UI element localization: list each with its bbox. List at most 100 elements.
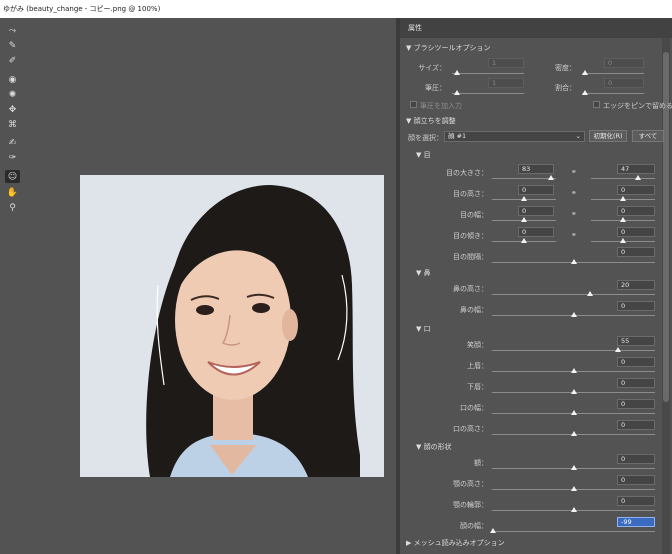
- eye-right-field[interactable]: 0: [617, 206, 655, 216]
- brush-pressure-slider[interactable]: [452, 93, 524, 94]
- eye-left-field[interactable]: 0: [518, 206, 554, 216]
- eye-left-field[interactable]: 0: [518, 227, 554, 237]
- nose-thumb[interactable]: [570, 312, 577, 317]
- eye-left-slider[interactable]: [492, 178, 556, 179]
- twirl-icon[interactable]: ◉: [5, 73, 20, 86]
- canvas-area[interactable]: [26, 18, 396, 554]
- eye-left-thumb[interactable]: [521, 217, 527, 222]
- brush-density-slider[interactable]: [582, 73, 644, 74]
- stylus-pressure-checkbox[interactable]: [410, 101, 417, 108]
- mouth-row-label: 下唇：: [467, 383, 488, 391]
- eye-right-field[interactable]: 0: [617, 185, 655, 195]
- mouth-field[interactable]: 0: [617, 399, 655, 409]
- shape-row-label: 顎の輪郭：: [453, 501, 488, 509]
- link-icon[interactable]: ⚭: [571, 210, 577, 220]
- hand-icon[interactable]: ✋: [5, 186, 20, 199]
- shape-thumb[interactable]: [570, 507, 577, 512]
- mouth-field[interactable]: 0: [617, 357, 655, 367]
- shape-heading[interactable]: ▼ 顔の形状: [416, 442, 452, 452]
- eye-right-field[interactable]: 0: [617, 227, 655, 237]
- mouth-thumb[interactable]: [570, 368, 577, 373]
- forward-warp-icon[interactable]: ⤳: [5, 24, 20, 37]
- reconstruct-icon[interactable]: ✎: [5, 39, 20, 52]
- shape-row-label: 顎の高さ：: [453, 480, 488, 488]
- shape-thumb[interactable]: [489, 528, 496, 533]
- nose-field[interactable]: 20: [617, 280, 655, 290]
- shape-row-label: 顔の幅：: [460, 522, 488, 530]
- link-icon[interactable]: ⚭: [571, 168, 577, 178]
- brush-size-thumb[interactable]: [454, 70, 460, 75]
- push-left-icon[interactable]: ⌘: [5, 118, 20, 131]
- nose-thumb[interactable]: [586, 291, 593, 296]
- brush-density-thumb[interactable]: [582, 70, 588, 75]
- eye-left-thumb[interactable]: [521, 196, 527, 201]
- pin-edges-checkbox[interactable]: [593, 101, 600, 108]
- shape-slider[interactable]: [492, 531, 655, 532]
- select-face-label: 顔を選択：: [408, 134, 443, 142]
- brush-rate-field[interactable]: 0: [604, 78, 644, 88]
- mouth-slider[interactable]: [492, 350, 655, 351]
- link-icon[interactable]: ⚭: [571, 231, 577, 241]
- brush-size-field[interactable]: 1: [488, 58, 524, 68]
- mouth-field[interactable]: 0: [617, 378, 655, 388]
- mouth-field[interactable]: 0: [617, 420, 655, 430]
- eye-right-thumb[interactable]: [635, 175, 642, 180]
- brush-size-slider[interactable]: [452, 73, 524, 74]
- mesh-options-heading[interactable]: ▶ メッシュ読み込みオプション: [406, 538, 505, 548]
- shape-field[interactable]: -99: [617, 517, 655, 527]
- all-button[interactable]: すべて: [632, 130, 664, 142]
- shape-thumb[interactable]: [570, 486, 577, 491]
- eye-distance-thumb[interactable]: [570, 259, 577, 264]
- nose-slider[interactable]: [492, 294, 655, 295]
- mouth-row-label: 笑顔：: [467, 341, 488, 349]
- eye-right-slider[interactable]: [591, 178, 655, 179]
- zoom-icon[interactable]: ⚲: [5, 201, 20, 214]
- shape-field[interactable]: 0: [617, 496, 655, 506]
- mouth-thumb[interactable]: [570, 410, 577, 415]
- brush-density-field[interactable]: 0: [604, 58, 644, 68]
- pucker-icon[interactable]: ✺: [5, 88, 20, 101]
- portrait-image[interactable]: [80, 175, 384, 477]
- nose-field[interactable]: 0: [617, 301, 655, 311]
- mouth-thumb[interactable]: [570, 389, 577, 394]
- face-aware-heading[interactable]: ▼ 顔立ちを調整: [406, 116, 456, 126]
- eye-left-field[interactable]: 83: [518, 164, 554, 174]
- mouth-field[interactable]: 55: [617, 336, 655, 346]
- brush-rate-label: 割合：: [555, 84, 576, 92]
- properties-panel: 属性 ▼ ブラシツールオプション サイズ： 1 密度： 0 筆圧： 1 割合： …: [400, 18, 672, 554]
- eye-left-thumb[interactable]: [521, 238, 527, 243]
- eye-right-thumb[interactable]: [620, 196, 626, 201]
- mouth-thumb[interactable]: [615, 347, 622, 352]
- brush-rate-thumb[interactable]: [582, 90, 588, 95]
- brush-rate-slider[interactable]: [582, 93, 644, 94]
- brush-pressure-thumb[interactable]: [454, 90, 460, 95]
- select-face-dropdown[interactable]: 顔 #1 ⌄: [444, 131, 585, 142]
- panel-scrollbar[interactable]: [662, 38, 670, 554]
- eye-right-field[interactable]: 47: [617, 164, 655, 174]
- eye-distance-field[interactable]: 0: [617, 247, 655, 257]
- eye-right-thumb[interactable]: [620, 217, 626, 222]
- shape-field[interactable]: 0: [617, 475, 655, 485]
- freeze-mask-icon[interactable]: ✍: [5, 136, 20, 149]
- mouth-row-label: 口の高さ：: [453, 425, 488, 433]
- smooth-icon[interactable]: ✐: [5, 54, 20, 67]
- shape-thumb[interactable]: [570, 465, 577, 470]
- eye-right-thumb[interactable]: [620, 238, 626, 243]
- nose-heading[interactable]: ▼ 鼻: [416, 268, 431, 278]
- face-tool-icon[interactable]: ☺: [5, 170, 20, 183]
- eye-row-label: 目の傾き：: [453, 232, 488, 240]
- mouth-thumb[interactable]: [570, 431, 577, 436]
- brush-pressure-field[interactable]: 1: [488, 78, 524, 88]
- shape-field[interactable]: 0: [617, 454, 655, 464]
- eye-left-field[interactable]: 0: [518, 185, 554, 195]
- eyes-heading[interactable]: ▼ 目: [416, 150, 431, 160]
- bloat-icon[interactable]: ✥: [5, 103, 20, 116]
- mouth-heading[interactable]: ▼ 口: [416, 324, 431, 334]
- link-icon[interactable]: ⚭: [571, 189, 577, 199]
- eye-left-thumb[interactable]: [547, 175, 554, 180]
- stylus-pressure-label: 筆圧を加入力: [420, 102, 462, 110]
- thaw-mask-icon[interactable]: ✑: [5, 151, 20, 164]
- reset-button[interactable]: 初期化(R): [589, 130, 627, 142]
- brush-options-heading[interactable]: ▼ ブラシツールオプション: [406, 43, 490, 53]
- shape-row-label: 額：: [474, 459, 488, 467]
